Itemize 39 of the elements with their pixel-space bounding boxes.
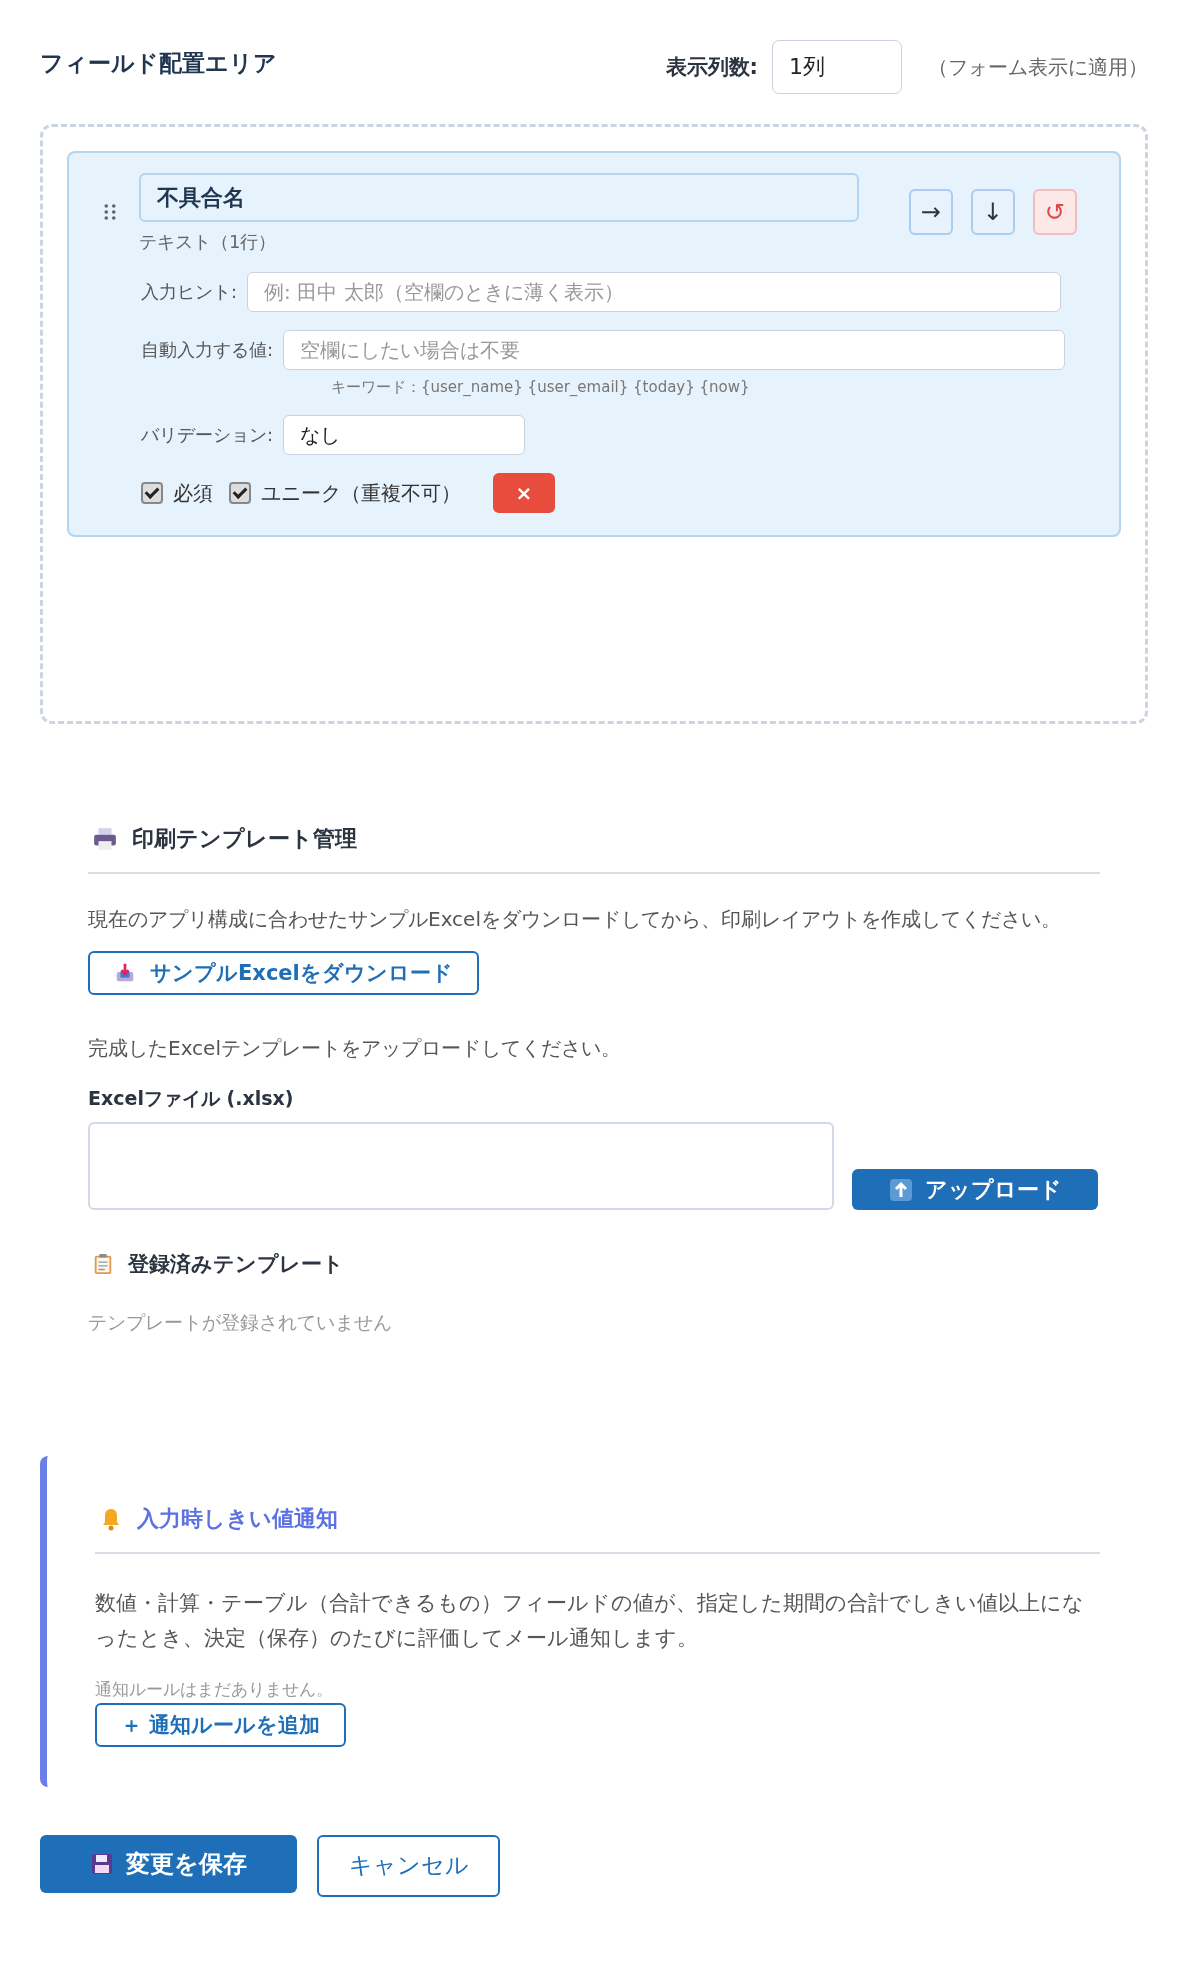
section-title: 印刷テンプレート管理: [132, 825, 357, 853]
field-name-input[interactable]: 不具合名: [139, 173, 859, 222]
delete-button[interactable]: ×: [493, 473, 555, 513]
checkbox-label: 必須: [173, 479, 213, 507]
description-text: 数値・計算・テーブル（合計できるもの）フィールドの値が、指定した期間の合計でしきい値以上になったとき、決定（保存）のたびに評価してメール通知します。: [95, 1590, 1085, 1652]
field-label: Excelファイル (.xlsx): [88, 1086, 295, 1111]
checkbox[interactable]: [141, 482, 163, 504]
section-title: 登録済みテンプレート: [128, 1251, 344, 1278]
reset-button[interactable]: ↺: [1032, 189, 1077, 235]
empty-text: テンプレートが登録されていません: [88, 1310, 393, 1335]
save-button[interactable]: 変更を保存: [40, 1834, 297, 1893]
field-type-label: テキスト（1行）: [139, 230, 278, 254]
field-label: バリデーション:: [141, 423, 274, 447]
hint-input[interactable]: 例: 田中 太郎（空欄のときに薄く表示）: [247, 272, 1062, 312]
printer-icon: [92, 826, 118, 852]
move-button[interactable]: ↓: [970, 189, 1015, 235]
upload-button[interactable]: アップロード: [852, 1169, 1098, 1210]
download-button[interactable]: サンプルExcelをダウンロード: [88, 951, 479, 995]
section-title: フィールド配置エリア: [40, 49, 277, 78]
empty-text: 通知ルールはまだありません。: [95, 1677, 334, 1701]
inbox-download-icon: [114, 962, 136, 984]
column-count-field[interactable]: 1列: [772, 40, 902, 94]
checkbox[interactable]: [229, 482, 251, 504]
move-button[interactable]: →: [908, 189, 953, 235]
default-value-input[interactable]: 空欄にしたい場合は不要: [283, 330, 1065, 370]
cancel-button[interactable]: キャンセル: [317, 1834, 500, 1897]
section-title: 入力時しきい値通知: [137, 1505, 338, 1533]
clipboard-icon: [92, 1252, 114, 1276]
field-label: 自動入力する値:: [141, 338, 274, 362]
checkbox-label: ユニーク（重複不可）: [261, 479, 461, 507]
description-text: 完成したExcelテンプレートをアップロードしてください。: [88, 1035, 622, 1062]
file-input[interactable]: [88, 1122, 834, 1210]
add-rule-button[interactable]: ＋ 通知ルールを追加: [95, 1702, 347, 1747]
hint-text: キーワード：{user_name} {user_email} {today} {now}: [330, 378, 751, 397]
description-text: 現在のアプリ構成に合わせたサンプルExcelをダウンロードしてから、印刷レイアウトを作成してください。: [88, 906, 1062, 933]
field-label: 表示列数:: [665, 54, 758, 81]
field-label: 入力ヒント:: [141, 280, 238, 304]
validation-select[interactable]: なし: [283, 415, 526, 455]
note-text: （フォーム表示に適用）: [928, 53, 1148, 81]
